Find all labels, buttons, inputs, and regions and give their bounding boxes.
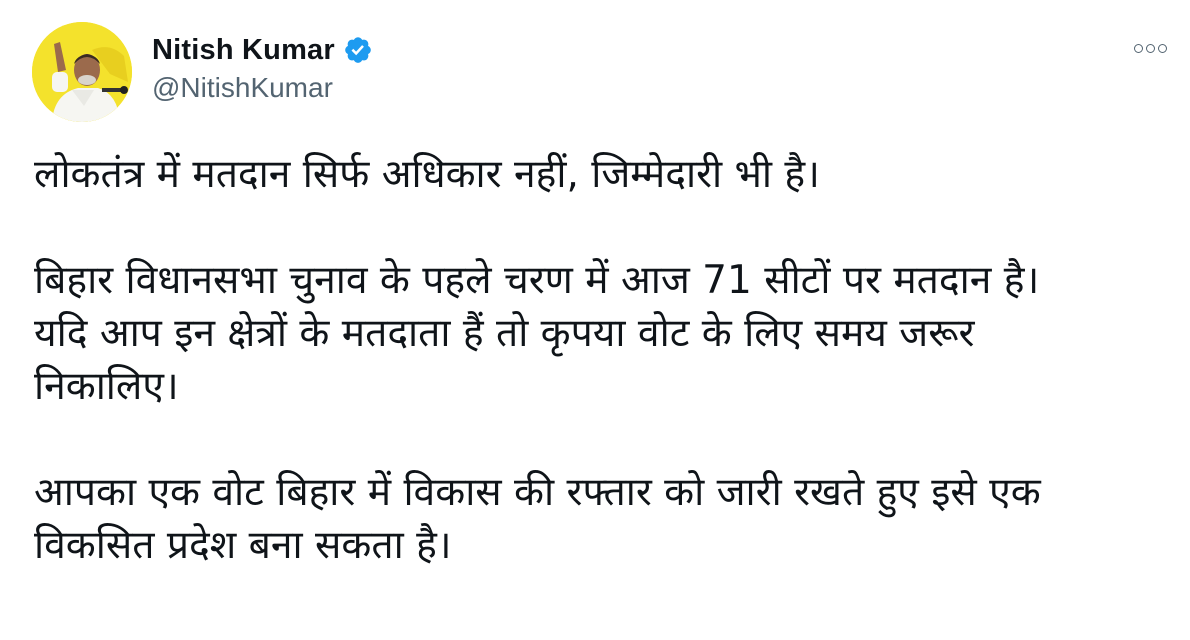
author-name-row: Nitish Kumar xyxy=(152,30,373,70)
tweet-card: Nitish Kumar @NitishKumar लोकतंत्र में म… xyxy=(0,0,1190,640)
avatar[interactable] xyxy=(32,22,132,122)
more-dot xyxy=(1145,43,1155,53)
tweet-text: लोकतंत्र में मतदान सिर्फ अधिकार नहीं, जि… xyxy=(34,148,1174,572)
more-dot xyxy=(1157,43,1167,53)
more-options-icon[interactable] xyxy=(1130,38,1170,58)
tweet-line: निकालिए। xyxy=(34,364,179,409)
author-handle[interactable]: @NitishKumar xyxy=(152,72,333,104)
more-dot xyxy=(1133,43,1143,53)
author-display-name[interactable]: Nitish Kumar xyxy=(152,34,335,67)
verified-badge-icon xyxy=(343,35,373,65)
tweet-line: बिहार विधानसभा चुनाव के पहले चरण में आज … xyxy=(34,258,1040,303)
tweet-line: यदि आप इन क्षेत्रों के मतदाता हैं तो कृप… xyxy=(34,311,975,356)
tweet-line: आपका एक वोट बिहार में विकास की रफ्तार को… xyxy=(34,470,1041,515)
tweet-line: विकसित प्रदेश बना सकता है। xyxy=(34,523,452,568)
profile-photo-icon xyxy=(32,22,132,122)
tweet-line: लोकतंत्र में मतदान सिर्फ अधिकार नहीं, जि… xyxy=(34,152,820,197)
